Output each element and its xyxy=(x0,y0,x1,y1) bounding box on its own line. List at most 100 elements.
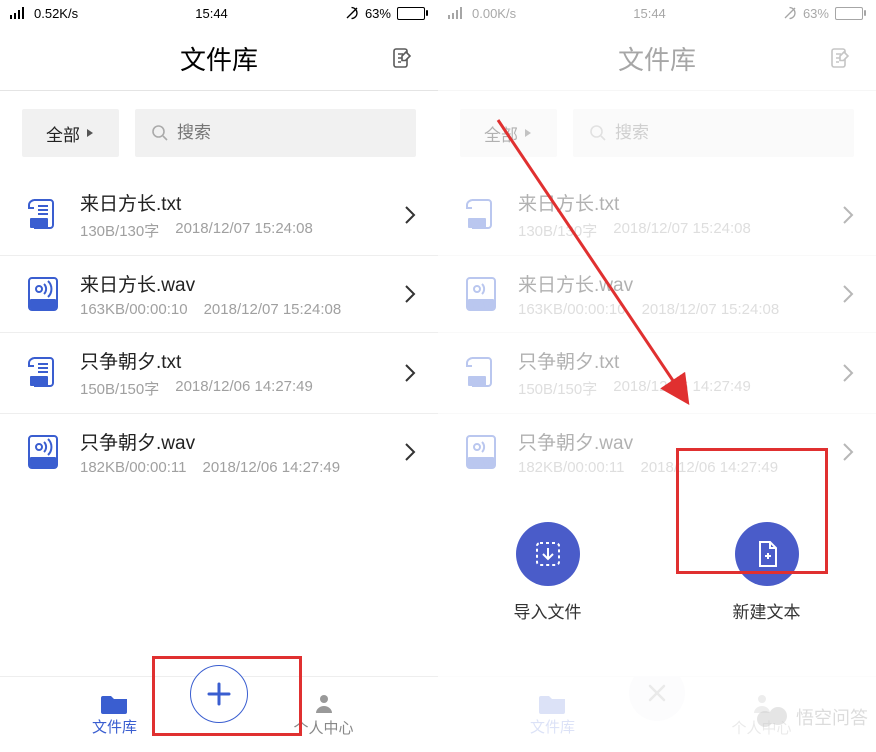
filter-chevron-icon xyxy=(524,128,533,138)
svg-text:WAV: WAV xyxy=(473,460,489,467)
search-input[interactable] xyxy=(615,123,838,143)
file-row[interactable]: TXT 只争朝夕.txt 150B/150字 2018/12/06 14:27:… xyxy=(0,333,438,414)
txt-file-icon: TXT xyxy=(22,352,64,394)
file-size: 150B/150字 xyxy=(80,378,159,399)
filter-button[interactable]: 全部 xyxy=(22,109,119,157)
search-input[interactable] xyxy=(177,123,400,143)
signal-icon xyxy=(448,7,466,19)
file-row[interactable]: WAV 来日方长.wav 163KB/00:00:102018/12/07 15… xyxy=(438,256,876,333)
file-row[interactable]: WAV 只争朝夕.wav 182KB/00:00:11 2018/12/06 14… xyxy=(438,414,876,490)
close-icon xyxy=(645,681,669,705)
file-size: 163KB/00:00:10 xyxy=(80,301,188,318)
action-import[interactable]: 导入文件 xyxy=(514,522,582,676)
file-name: 只争朝夕.wav xyxy=(518,428,826,455)
file-size: 130B/130字 xyxy=(518,220,597,241)
battery-icon xyxy=(835,7,866,20)
txt-file-icon: TXT xyxy=(460,352,502,394)
file-date: 2018/12/07 15:24:08 xyxy=(175,220,313,241)
chevron-right-icon xyxy=(404,363,416,383)
watermark: 悟空问答 xyxy=(756,704,868,730)
phone-left: 0.52K/s 15:44 63% 文件库 全部 xyxy=(0,0,438,752)
chevron-right-icon xyxy=(404,442,416,462)
folder-icon xyxy=(101,692,129,714)
network-speed: 0.52K/s xyxy=(34,6,78,21)
file-row[interactable]: WAV 只争朝夕.wav 182KB/00:00:11 2018/12/06 1… xyxy=(0,414,438,490)
plus-icon xyxy=(204,679,234,709)
file-row[interactable]: WAV 来日方长.wav 163KB/00:00:10 2018/12/07 1… xyxy=(0,256,438,333)
search-box[interactable] xyxy=(573,109,854,157)
search-icon xyxy=(151,124,169,142)
chevron-right-icon xyxy=(404,284,416,304)
search-box[interactable] xyxy=(135,109,416,157)
status-bar: 0.00K/s 15:44 63% xyxy=(438,0,876,26)
svg-text:WAV: WAV xyxy=(35,302,51,309)
filter-row: 全部 xyxy=(438,91,876,175)
wav-file-icon: WAV xyxy=(22,431,64,473)
nav-profile-label: 个人中心 xyxy=(293,717,353,738)
chevron-right-icon xyxy=(404,205,416,225)
svg-text:WAV: WAV xyxy=(35,460,51,467)
network-speed: 0.00K/s xyxy=(472,6,516,21)
page-title: 文件库 xyxy=(618,40,696,77)
file-size: 150B/150字 xyxy=(518,378,597,399)
svg-text:TXT: TXT xyxy=(32,379,46,386)
wav-file-icon: WAV xyxy=(460,273,502,315)
person-icon xyxy=(312,691,336,715)
file-date: 2018/12/06 14:27:49 xyxy=(640,459,778,476)
new-file-icon xyxy=(751,538,783,570)
folder-icon xyxy=(539,692,567,714)
action-new-text-label: 新建文本 xyxy=(733,598,801,623)
file-name: 来日方长.wav xyxy=(518,270,826,297)
chevron-right-icon xyxy=(842,363,854,383)
action-import-label: 导入文件 xyxy=(514,598,582,623)
status-time: 15:44 xyxy=(633,6,666,21)
filter-label: 全部 xyxy=(484,121,518,146)
file-name: 来日方长.wav xyxy=(80,270,388,297)
file-row[interactable]: TXT 只争朝夕.txt 150B/150字2018/12/06 14:27:4… xyxy=(438,333,876,414)
file-name: 只争朝夕.txt xyxy=(80,347,388,374)
txt-file-icon: TXT xyxy=(22,194,64,236)
nav-library-label: 文件库 xyxy=(92,716,137,737)
search-icon xyxy=(589,124,607,142)
file-row[interactable]: TXT 来日方长.txt 130B/130字2018/12/07 15:24:0… xyxy=(438,175,876,256)
file-date: 2018/12/07 15:24:08 xyxy=(204,301,342,318)
nav-library[interactable]: 文件库 xyxy=(10,692,219,737)
file-row[interactable]: TXT 来日方长.txt 130B/130字 2018/12/07 15:24:… xyxy=(0,175,438,256)
filter-button[interactable]: 全部 xyxy=(460,109,557,157)
page-title: 文件库 xyxy=(180,40,258,77)
file-date: 2018/12/06 14:27:49 xyxy=(202,459,340,476)
title-bar: 文件库 xyxy=(438,26,876,90)
svg-text:TXT: TXT xyxy=(470,379,484,386)
nav-library[interactable]: 文件库 xyxy=(448,692,657,737)
mute-icon xyxy=(345,6,359,20)
bottom-nav: 文件库 个人中心 xyxy=(0,676,438,752)
file-size: 130B/130字 xyxy=(80,220,159,241)
signal-icon xyxy=(10,7,28,19)
download-icon xyxy=(532,538,564,570)
edit-icon[interactable] xyxy=(390,46,414,70)
filter-label: 全部 xyxy=(46,121,80,146)
wav-file-icon: WAV xyxy=(460,431,502,473)
svg-text:TXT: TXT xyxy=(470,221,484,228)
battery-pct: 63% xyxy=(365,6,391,21)
file-date: 2018/12/07 15:24:08 xyxy=(613,220,751,241)
nav-library-label: 文件库 xyxy=(530,716,575,737)
chevron-right-icon xyxy=(842,284,854,304)
txt-file-icon: TXT xyxy=(460,194,502,236)
svg-text:WAV: WAV xyxy=(473,302,489,309)
action-new-text[interactable]: 新建文本 xyxy=(733,522,801,676)
file-size: 182KB/00:00:11 xyxy=(518,459,624,476)
fab-add[interactable] xyxy=(190,665,248,723)
status-bar: 0.52K/s 15:44 63% xyxy=(0,0,438,26)
mute-icon xyxy=(783,6,797,20)
filter-row: 全部 xyxy=(0,91,438,175)
nav-profile[interactable]: 个人中心 xyxy=(219,691,428,738)
phone-right: 0.00K/s 15:44 63% 文件库 全部 xyxy=(438,0,876,752)
file-name: 只争朝夕.txt xyxy=(518,347,826,374)
edit-icon[interactable] xyxy=(828,46,852,70)
filter-chevron-icon xyxy=(86,128,95,138)
file-date: 2018/12/06 14:27:49 xyxy=(175,378,313,399)
file-name: 只争朝夕.wav xyxy=(80,428,388,455)
watermark-text: 悟空问答 xyxy=(796,704,868,730)
file-list: TXT 来日方长.txt 130B/130字 2018/12/07 15:24:… xyxy=(0,175,438,676)
